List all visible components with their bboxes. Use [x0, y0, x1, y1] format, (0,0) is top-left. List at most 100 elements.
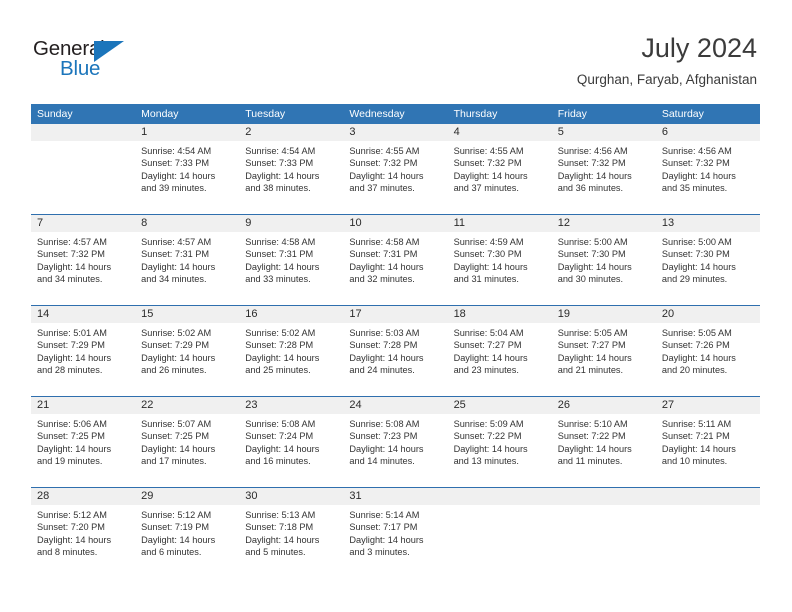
- daylight-text-line1: Daylight: 14 hours: [557, 443, 632, 454]
- day-number[interactable]: 4: [448, 124, 552, 141]
- sunset-text: Sunset: 7:33 PM: [245, 158, 314, 169]
- day-number[interactable]: 30: [239, 488, 343, 505]
- day-number[interactable]: 24: [343, 397, 447, 414]
- sunrise-text: Sunrise: 5:09 AM: [453, 419, 524, 429]
- day-number[interactable]: 16: [239, 306, 343, 323]
- sunset-text: Sunset: 7:32 PM: [349, 158, 418, 169]
- sunrise-text: Sunrise: 4:57 AM: [141, 237, 212, 247]
- daylight-text-line1: Daylight: 14 hours: [661, 261, 736, 272]
- day-number[interactable]: 8: [135, 215, 239, 232]
- day-cell[interactable]: Sunrise: 5:00 AM Sunset: 7:30 PM Daylight:…: [552, 232, 656, 305]
- day-number[interactable]: 1: [135, 124, 239, 141]
- day-number[interactable]: 21: [31, 397, 135, 414]
- daylight-text-line1: Daylight: 14 hours: [141, 443, 216, 454]
- day-cell[interactable]: Sunrise: 4:57 AM Sunset: 7:32 PM Daylight:…: [31, 232, 135, 305]
- day-number[interactable]: 11: [448, 215, 552, 232]
- day-cell[interactable]: Sunrise: 4:58 AM Sunset: 7:31 PM Daylight:…: [239, 232, 343, 305]
- day-cell[interactable]: Sunrise: 4:56 AM Sunset: 7:32 PM Daylight:…: [656, 141, 760, 214]
- sunset-text: Sunset: 7:27 PM: [453, 340, 522, 351]
- day-cell[interactable]: Sunrise: 5:00 AM Sunset: 7:30 PM Daylight:…: [656, 232, 760, 305]
- daylight-text-line2: and 13 minutes.: [453, 456, 519, 467]
- daylight-text-line2: and 39 minutes.: [141, 183, 207, 194]
- day-number[interactable]: 2: [239, 124, 343, 141]
- sunrise-text: Sunrise: 5:05 AM: [557, 328, 628, 338]
- day-number[interactable]: 26: [552, 397, 656, 414]
- daylight-text-line2: and 17 minutes.: [141, 456, 207, 467]
- day-number[interactable]: 27: [656, 397, 760, 414]
- day-cell[interactable]: Sunrise: 5:13 AM Sunset: 7:18 PM Daylight:…: [239, 505, 343, 578]
- day-cell[interactable]: Sunrise: 4:58 AM Sunset: 7:31 PM Daylight:…: [343, 232, 447, 305]
- sunrise-text: Sunrise: 5:05 AM: [661, 328, 732, 338]
- day-number[interactable]: 28: [31, 488, 135, 505]
- day-number[interactable]: 12: [552, 215, 656, 232]
- day-number[interactable]: 20: [656, 306, 760, 323]
- day-number[interactable]: 15: [135, 306, 239, 323]
- day-number[interactable]: 23: [239, 397, 343, 414]
- day-number[interactable]: 6: [656, 124, 760, 141]
- daylight-text-line2: and 29 minutes.: [661, 274, 728, 285]
- week-day-number-band: 28 29 30 31: [31, 488, 760, 505]
- daylight-text-line2: and 36 minutes.: [557, 183, 624, 194]
- day-number[interactable]: 14: [31, 306, 135, 323]
- sunrise-text: Sunrise: 5:11 AM: [661, 419, 732, 429]
- sunset-text: Sunset: 7:33 PM: [141, 158, 210, 169]
- day-cell[interactable]: Sunrise: 5:08 AM Sunset: 7:24 PM Daylight:…: [239, 414, 343, 487]
- daylight-text-line2: and 25 minutes.: [245, 365, 311, 376]
- day-cell[interactable]: Sunrise: 5:05 AM Sunset: 7:26 PM Daylight:…: [656, 323, 760, 396]
- daylight-text-line2: and 38 minutes.: [245, 183, 311, 194]
- day-cell[interactable]: Sunrise: 5:03 AM Sunset: 7:28 PM Daylight:…: [343, 323, 447, 396]
- sunrise-text: Sunrise: 4:56 AM: [661, 146, 732, 156]
- day-cell[interactable]: Sunrise: 4:54 AM Sunset: 7:33 PM Daylight:…: [239, 141, 343, 214]
- daylight-text-line2: and 34 minutes.: [37, 274, 103, 285]
- day-cell[interactable]: Sunrise: 5:08 AM Sunset: 7:23 PM Daylight:…: [343, 414, 447, 487]
- day-cell[interactable]: Sunrise: 4:55 AM Sunset: 7:32 PM Daylight:…: [343, 141, 447, 214]
- daylight-text-line1: Daylight: 14 hours: [245, 443, 320, 454]
- day-number[interactable]: 10: [343, 215, 447, 232]
- day-cell[interactable]: Sunrise: 4:59 AM Sunset: 7:30 PM Daylight:…: [448, 232, 552, 305]
- daylight-text-line1: Daylight: 14 hours: [557, 170, 632, 181]
- day-cell[interactable]: Sunrise: 5:04 AM Sunset: 7:27 PM Daylight:…: [448, 323, 552, 396]
- day-number[interactable]: 18: [448, 306, 552, 323]
- week-detail-band: Sunrise: 5:01 AM Sunset: 7:29 PM Daylight:…: [31, 323, 760, 396]
- day-cell[interactable]: Sunrise: 5:12 AM Sunset: 7:19 PM Daylight:…: [135, 505, 239, 578]
- sunset-text: Sunset: 7:28 PM: [349, 340, 418, 351]
- day-number[interactable]: 5: [552, 124, 656, 141]
- day-cell[interactable]: Sunrise: 5:06 AM Sunset: 7:25 PM Daylight:…: [31, 414, 135, 487]
- day-cell[interactable]: Sunrise: 5:11 AM Sunset: 7:21 PM Daylight:…: [656, 414, 760, 487]
- day-number[interactable]: 19: [552, 306, 656, 323]
- daylight-text-line1: Daylight: 14 hours: [453, 261, 528, 272]
- daylight-text-line1: Daylight: 14 hours: [245, 261, 320, 272]
- day-cell[interactable]: Sunrise: 5:01 AM Sunset: 7:29 PM Daylight:…: [31, 323, 135, 396]
- daylight-text-line2: and 30 minutes.: [557, 274, 624, 285]
- day-cell[interactable]: Sunrise: 5:05 AM Sunset: 7:27 PM Daylight:…: [552, 323, 656, 396]
- day-number[interactable]: 25: [448, 397, 552, 414]
- general-blue-logo[interactable]: General Blue: [33, 37, 163, 83]
- daylight-text-line1: Daylight: 14 hours: [245, 352, 320, 363]
- day-cell[interactable]: Sunrise: 5:02 AM Sunset: 7:29 PM Daylight:…: [135, 323, 239, 396]
- day-number[interactable]: 3: [343, 124, 447, 141]
- day-cell[interactable]: Sunrise: 4:57 AM Sunset: 7:31 PM Daylight:…: [135, 232, 239, 305]
- day-cell[interactable]: Sunrise: 4:55 AM Sunset: 7:32 PM Daylight:…: [448, 141, 552, 214]
- day-cell[interactable]: Sunrise: 4:54 AM Sunset: 7:33 PM Daylight:…: [135, 141, 239, 214]
- daylight-text-line1: Daylight: 14 hours: [453, 443, 528, 454]
- day-number[interactable]: 9: [239, 215, 343, 232]
- day-cell[interactable]: Sunrise: 5:09 AM Sunset: 7:22 PM Daylight:…: [448, 414, 552, 487]
- day-cell[interactable]: Sunrise: 5:02 AM Sunset: 7:28 PM Daylight:…: [239, 323, 343, 396]
- daylight-text-line2: and 14 minutes.: [349, 456, 415, 467]
- day-number[interactable]: 29: [135, 488, 239, 505]
- day-cell[interactable]: Sunrise: 5:07 AM Sunset: 7:25 PM Daylight:…: [135, 414, 239, 487]
- daylight-text-line2: and 20 minutes.: [661, 365, 728, 376]
- day-number[interactable]: 22: [135, 397, 239, 414]
- day-cell[interactable]: Sunrise: 5:10 AM Sunset: 7:22 PM Daylight:…: [552, 414, 656, 487]
- day-number[interactable]: 13: [656, 215, 760, 232]
- day-number[interactable]: 7: [31, 215, 135, 232]
- day-cell[interactable]: Sunrise: 5:14 AM Sunset: 7:17 PM Daylight:…: [343, 505, 447, 578]
- weeks-container: 1 2 3 4 5 6 Sunrise: 4:54 AM Sunset: 7:33 PM Day…: [31, 124, 760, 578]
- day-number[interactable]: 17: [343, 306, 447, 323]
- day-cell[interactable]: Sunrise: 4:56 AM Sunset: 7:32 PM Daylight:…: [552, 141, 656, 214]
- sunrise-text: Sunrise: 4:54 AM: [245, 146, 316, 156]
- sunrise-text: Sunrise: 5:00 AM: [661, 237, 732, 247]
- week-detail-band: Sunrise: 4:54 AM Sunset: 7:33 PM Daylight:…: [31, 141, 760, 214]
- day-cell[interactable]: Sunrise: 5:12 AM Sunset: 7:20 PM Daylight:…: [31, 505, 135, 578]
- day-number[interactable]: 31: [343, 488, 447, 505]
